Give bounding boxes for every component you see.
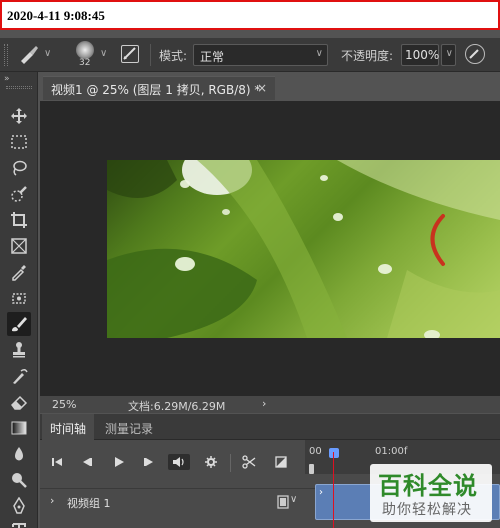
- mode-label: 模式:: [159, 49, 188, 63]
- eyedropper-icon[interactable]: [7, 260, 31, 284]
- chevron-down-icon: ∨: [445, 48, 453, 59]
- audio-icon[interactable]: [168, 454, 190, 470]
- play-icon[interactable]: [108, 454, 130, 470]
- opacity-label: 不透明度:: [341, 49, 394, 63]
- playhead-handle[interactable]: [329, 448, 339, 458]
- canvas-image: [107, 160, 500, 338]
- next-frame-icon[interactable]: [138, 454, 160, 470]
- brush-panel-icon[interactable]: [121, 45, 139, 63]
- panel-collapse-icon[interactable]: »: [4, 74, 10, 84]
- clip-expand-icon[interactable]: ›: [319, 487, 323, 498]
- watermark-logo: 百科全说 助你轻松解决: [370, 464, 492, 522]
- options-bar: ∨ 32 ∨ 模式: 正常 ∨ 不透明度: 100% ∨: [0, 38, 500, 72]
- lasso-icon[interactable]: [7, 156, 31, 180]
- expand-track-icon[interactable]: ›: [50, 494, 54, 507]
- track-name: 视频组 1: [67, 497, 111, 510]
- timeline-divider: [230, 454, 231, 472]
- blur-icon[interactable]: [7, 442, 31, 466]
- go-to-first-frame-icon[interactable]: [46, 454, 68, 470]
- brush-preset-dropdown[interactable]: ∨: [44, 48, 51, 59]
- opacity-dropdown[interactable]: ∨: [441, 44, 456, 66]
- chevron-down-icon: ∨: [315, 48, 323, 59]
- timestamp-text: 2020-4-11 9:08:45: [7, 8, 105, 23]
- brush-preset-icon[interactable]: [18, 44, 40, 68]
- brush-size-dropdown[interactable]: ∨: [100, 48, 107, 59]
- playhead-line: [333, 452, 334, 528]
- timeline-tabs: 时间轴 测量记录: [40, 414, 500, 440]
- dodge-icon[interactable]: [7, 468, 31, 492]
- pen-icon[interactable]: [7, 494, 31, 518]
- marquee-icon[interactable]: [7, 130, 31, 154]
- track-menu-chevron-icon[interactable]: ∨: [290, 494, 297, 505]
- opacity-field[interactable]: 100%: [401, 44, 439, 66]
- tab-measurement-log-label: 测量记录: [105, 422, 154, 436]
- tab-timeline[interactable]: 时间轴: [42, 414, 95, 440]
- previous-frame-icon[interactable]: [76, 454, 98, 470]
- tab-measurement-log[interactable]: 测量记录: [97, 414, 161, 440]
- brush-icon[interactable]: [7, 312, 31, 336]
- crop-icon[interactable]: [7, 208, 31, 232]
- tools-panel: »: [0, 72, 38, 528]
- status-bar: 25% 文档:6.29M/6.29M ›: [40, 396, 500, 413]
- status-menu-chevron-icon[interactable]: ›: [262, 397, 266, 410]
- document-size: 文档:6.29M/6.29M: [128, 400, 226, 413]
- drag-handle-icon[interactable]: [4, 44, 8, 66]
- quick-select-icon[interactable]: [7, 182, 31, 206]
- ruler-start-label: 00: [309, 446, 322, 457]
- move-icon[interactable]: [7, 104, 31, 128]
- leaf-photo: [107, 160, 500, 338]
- eraser-icon[interactable]: [7, 390, 31, 414]
- timestamp-bar: 2020-4-11 9:08:45: [0, 0, 500, 30]
- pressure-opacity-icon[interactable]: [465, 44, 485, 64]
- stamp-icon[interactable]: [7, 338, 31, 362]
- transition-icon[interactable]: [270, 454, 292, 470]
- gradient-icon[interactable]: [7, 416, 31, 440]
- mode-value: 正常: [200, 50, 225, 64]
- opacity-value: 100%: [405, 48, 440, 62]
- brush-size-label: 32: [79, 58, 91, 68]
- patch-icon[interactable]: [7, 286, 31, 310]
- film-strip-icon[interactable]: [276, 494, 290, 513]
- type-icon[interactable]: [7, 518, 31, 528]
- work-area-handle[interactable]: [309, 464, 314, 474]
- watermark-title: 百科全说: [378, 472, 478, 500]
- brush-picker-icon[interactable]: [76, 41, 94, 59]
- document-tab-title: 视频1 @ 25% (图层 1 拷贝, RGB/8) *: [51, 83, 261, 97]
- options-divider: [150, 44, 151, 66]
- frame-icon[interactable]: [7, 234, 31, 258]
- tab-timeline-label: 时间轴: [50, 422, 87, 436]
- canvas-area[interactable]: [40, 101, 500, 396]
- history-brush-icon[interactable]: [7, 364, 31, 388]
- split-scissors-icon[interactable]: [238, 454, 260, 470]
- mode-select[interactable]: 正常 ∨: [193, 44, 328, 66]
- document-tab[interactable]: 视频1 @ 25% (图层 1 拷贝, RGB/8) * ×: [43, 76, 275, 100]
- ruler-mark-label: 01:00f: [375, 446, 408, 457]
- tools-drag-handle[interactable]: [6, 86, 32, 89]
- watermark-subtitle: 助你轻松解决: [382, 502, 472, 518]
- close-icon[interactable]: ×: [257, 81, 267, 95]
- zoom-level[interactable]: 25%: [52, 398, 76, 411]
- settings-gear-icon[interactable]: [200, 454, 222, 470]
